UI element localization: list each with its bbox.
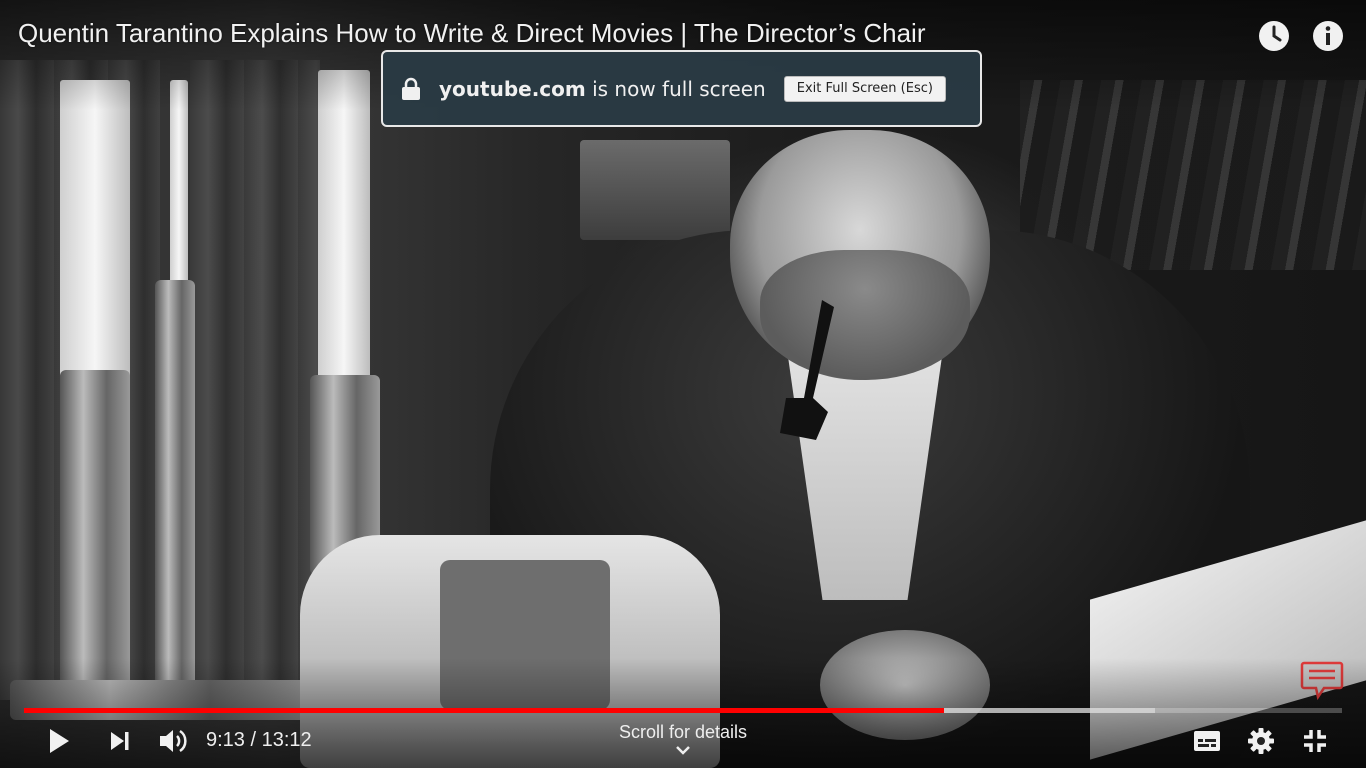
settings-button[interactable] [1242, 722, 1280, 760]
settings-icon [1248, 728, 1274, 754]
info-button[interactable] [1310, 18, 1346, 54]
radio [580, 140, 730, 240]
video-title[interactable]: Quentin Tarantino Explains How to Write … [18, 18, 926, 49]
next-icon [111, 732, 129, 750]
play-button[interactable] [40, 722, 78, 760]
candle [170, 80, 188, 300]
exit-fullscreen-control[interactable] [1296, 722, 1334, 760]
candle [60, 80, 130, 380]
scroll-hint-label: Scroll for details [618, 722, 748, 742]
exit-fullscreen-button[interactable]: Exit Full Screen (Esc) [783, 75, 946, 102]
subtitles-icon [1194, 731, 1220, 751]
clock-icon [1259, 21, 1289, 51]
subtitles-button[interactable] [1188, 722, 1226, 760]
exit-fullscreen-icon [1304, 730, 1326, 752]
watch-later-button[interactable] [1256, 18, 1292, 54]
volume-button[interactable] [154, 722, 192, 760]
next-button[interactable] [102, 722, 138, 760]
fullscreen-message-text: is now full screen [585, 76, 766, 101]
lock-icon [402, 77, 420, 100]
chevron-down-icon [676, 746, 690, 755]
fullscreen-domain: youtube.com [439, 76, 586, 101]
info-icon [1313, 21, 1343, 51]
candle [318, 70, 370, 380]
progress-played [24, 708, 944, 713]
fullscreen-message: youtube.com is now full screen [439, 77, 766, 101]
time-display: 9:13 / 13:12 [206, 729, 312, 751]
fullscreen-notice: youtube.com is now full screen Exit Full… [381, 50, 982, 127]
scroll-for-details[interactable]: Scroll for details [583, 722, 783, 755]
video-player[interactable]: Quentin Tarantino Explains How to Write … [0, 0, 1366, 768]
volume-icon [160, 729, 187, 753]
man-beard [760, 250, 970, 380]
candlestick [155, 280, 195, 700]
play-icon [50, 729, 69, 753]
progress-bar[interactable] [24, 708, 1342, 713]
